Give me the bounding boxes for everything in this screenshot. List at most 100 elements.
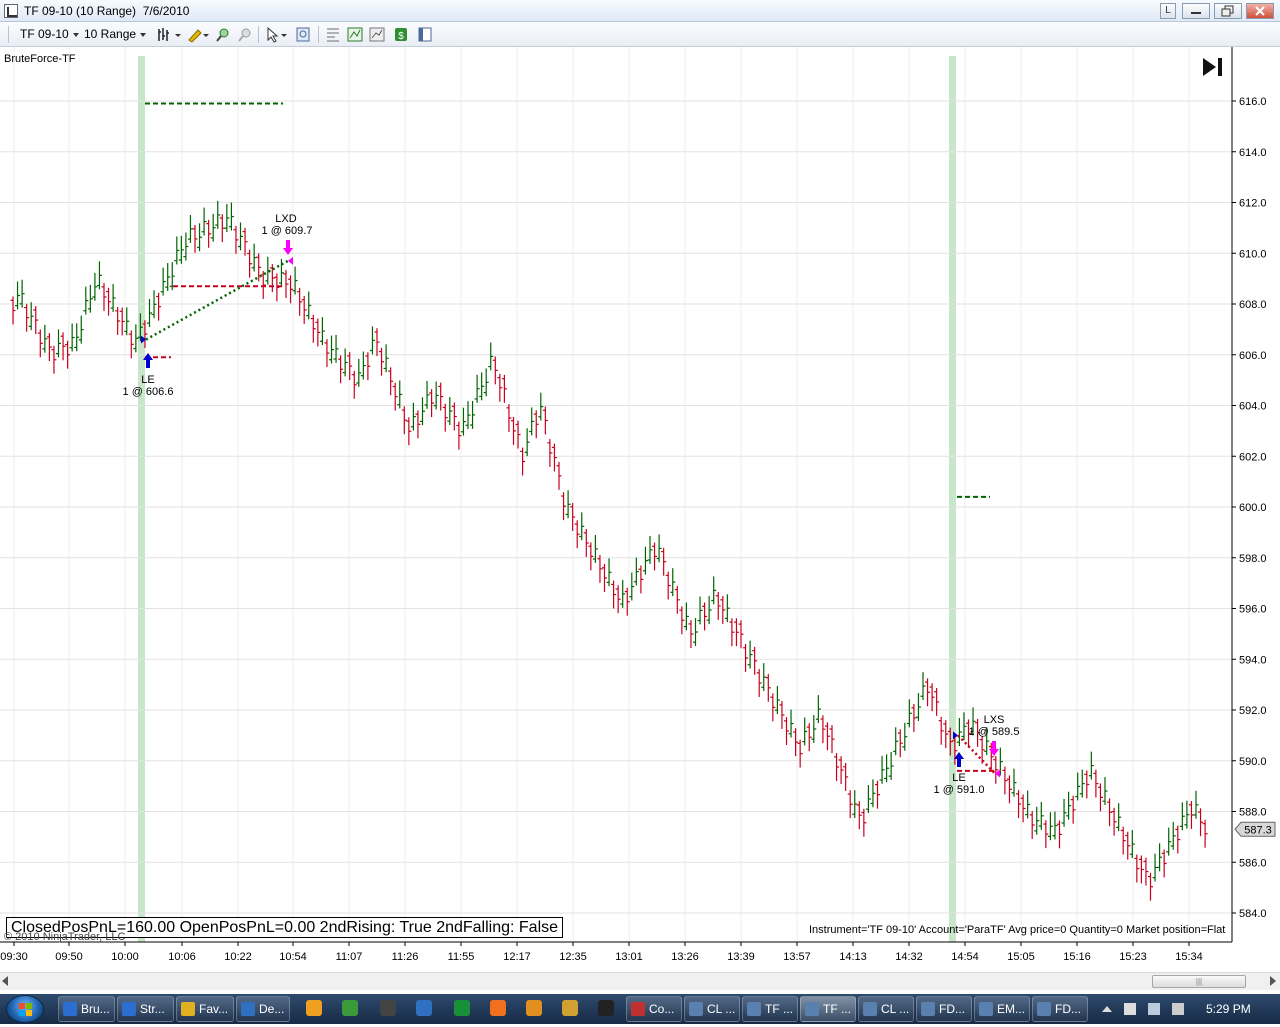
price-bar-down [1107,798,1113,827]
data-box-icon[interactable] [294,26,312,43]
taskbar-button[interactable]: Fav... [176,996,234,1022]
zoom-in-icon[interactable] [214,26,232,43]
start-button[interactable] [6,995,44,1023]
close-button[interactable] [1246,3,1274,19]
app-icon [747,1002,761,1016]
spreadsheet-icon[interactable] [454,1000,470,1016]
price-bar-up [1025,790,1031,819]
price-bar-up [228,202,234,231]
price-bar-up [360,351,366,380]
taskbar-button[interactable]: FD... [1032,996,1088,1022]
y-axis-label: 590.0 [1239,756,1267,768]
price-bar-down [242,227,248,256]
strategies-icon[interactable] [324,26,342,43]
windows-taskbar: Bru... Str... Fav... De... Co... CL ... TF ...… [0,994,1280,1024]
indicators-icon[interactable] [346,26,364,43]
price-bar-down [897,729,903,758]
sell-arrow-icon[interactable] [989,741,999,756]
volume-icon[interactable] [1172,1003,1184,1015]
price-chart[interactable]: 616.0 614.0 612.0 610.0 608.0 606.0 604.0 602.0… [0,47,1280,972]
price-bar-down [1125,831,1131,860]
system-clock[interactable]: 5:29 PM [1206,1002,1251,1016]
entry-bar-highlight [138,56,145,942]
interval-selector[interactable]: 10 Range [82,26,147,43]
drawing-pencil-icon[interactable] [186,26,210,43]
price-bar-down [1057,820,1062,849]
price-bar-down [301,295,307,324]
price-bar-down [429,389,435,418]
scrollbar-thumb[interactable]: ||| [1152,975,1246,988]
price-bar-up [238,222,243,251]
x-axis-label: 10:22 [224,951,252,963]
camera-icon[interactable] [380,1000,396,1016]
taskbar-button[interactable]: Str... [117,996,174,1022]
media-player-icon[interactable] [306,1000,322,1016]
scroll-right-icon[interactable] [1270,976,1276,986]
taskbar-button[interactable]: Bru... [58,996,115,1022]
horizontal-scrollbar[interactable]: ||| [0,972,1280,990]
taskbar-button[interactable]: FD... [916,996,972,1022]
taskbar-button[interactable]: CL ... [684,996,740,1022]
taskbar-button[interactable]: CL ... [858,996,914,1022]
price-bar-up [56,329,61,358]
network-icon[interactable] [1148,1003,1160,1015]
entry-price-label: 1 @ 606.6 [123,386,174,398]
price-bar-down [260,271,266,299]
price-bar-up [210,213,216,242]
link-button[interactable]: L [1160,3,1176,19]
pointer-icon[interactable] [264,26,288,43]
properties-icon[interactable] [416,26,434,43]
clock-app-icon[interactable] [598,1000,614,1016]
price-bar-up [251,243,257,272]
price-bar-down [943,720,949,749]
taskbar-button[interactable]: EM... [974,996,1030,1022]
price-bar-down [1120,826,1126,855]
price-bar-down [1043,820,1049,849]
y-axis-label: 588.0 [1239,807,1267,819]
price-bar-down [861,808,867,837]
price-bar-down [674,585,680,614]
app-quicklaunch-icon[interactable] [342,1000,358,1016]
price-bar-up [915,693,921,722]
price-bar-down [115,306,121,335]
chart-trader-icon[interactable] [368,26,386,43]
network-app-icon[interactable] [416,1000,432,1016]
price-bar-up [92,272,98,301]
zoom-out-icon[interactable] [236,26,254,43]
app-icon [241,1002,255,1016]
taskbar-button[interactable]: De... [236,996,290,1022]
scroll-left-icon[interactable] [2,976,8,986]
app-quicklaunch-icon[interactable] [526,1000,542,1016]
price-bar-down [925,678,931,707]
chart-panel[interactable]: 616.0 614.0 612.0 610.0 608.0 606.0 604.0 602.0… [0,47,1280,972]
price-bar-down [784,717,789,745]
price-bar-up [815,695,821,724]
restore-button[interactable] [1214,3,1242,19]
price-bar-down [1138,855,1144,884]
price-bar-up [165,263,171,291]
taskbar-button-label: TF ... [823,1002,851,1016]
minimize-button[interactable] [1182,3,1210,19]
flag-icon[interactable] [1124,1003,1136,1015]
y-axis-label: 614.0 [1239,147,1267,159]
scroll-to-end-button[interactable] [1200,55,1226,79]
vlc-icon[interactable] [490,1000,506,1016]
price-bar-down [365,352,371,381]
price-bar-up [633,557,639,586]
price-bar-down [688,620,694,649]
y-axis-label: 608.0 [1239,299,1267,311]
taskbar-button-label: CL ... [707,1002,736,1016]
dollar-icon[interactable]: $ [392,26,410,43]
pencil-app-icon[interactable] [562,1000,578,1016]
taskbar-button[interactable]: TF ... [742,996,798,1022]
taskbar-button[interactable]: Co... [626,996,682,1022]
taskbar-button-label: FD... [939,1002,965,1016]
price-bar-down [733,618,739,647]
show-hidden-icons-icon[interactable] [1102,1006,1112,1012]
price-bar-down [119,307,125,336]
taskbar-button[interactable]: TF ... [800,996,856,1022]
instrument-selector[interactable]: TF 09-10 [18,26,79,43]
bar-style-icon[interactable] [156,26,182,43]
y-axis-label: 586.0 [1239,857,1267,869]
price-bar-down [551,443,557,472]
